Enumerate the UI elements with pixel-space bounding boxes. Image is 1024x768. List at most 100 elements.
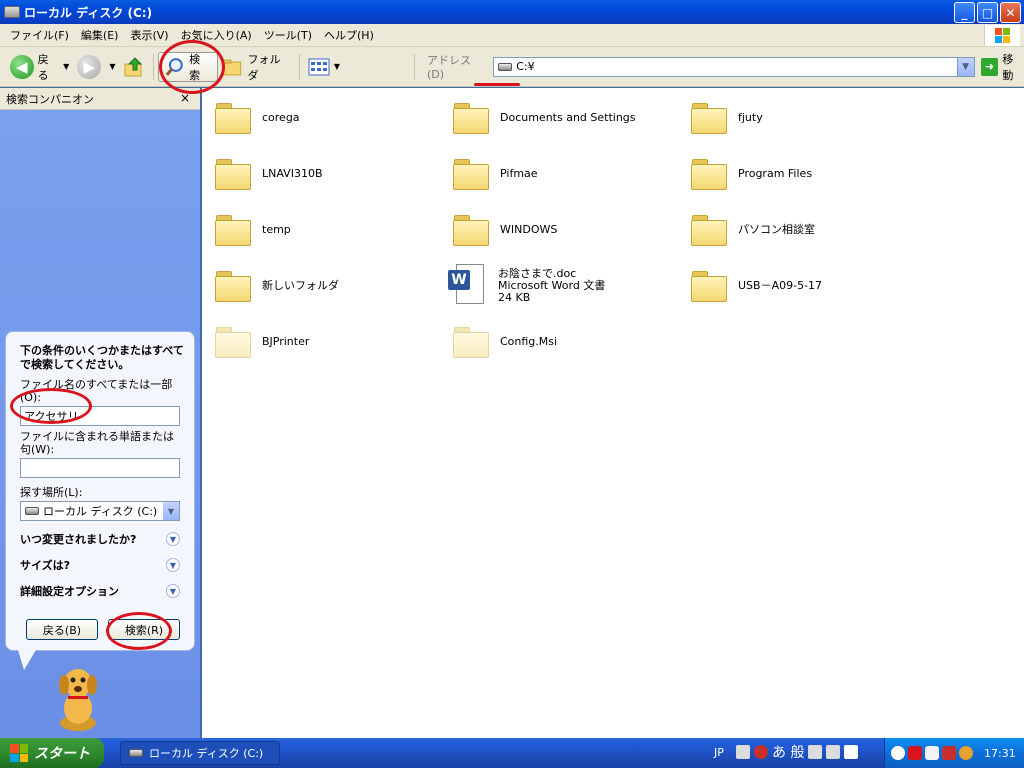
menu-tools[interactable]: ツール(T): [258, 25, 318, 45]
chevron-down-icon[interactable]: ▼: [163, 502, 179, 520]
forward-button[interactable]: ▶ ▼: [73, 52, 119, 82]
start-button[interactable]: スタート: [0, 738, 104, 768]
drive-icon: [129, 749, 143, 757]
option-size[interactable]: サイズは? ▼: [20, 557, 184, 573]
menu-file[interactable]: ファイル(F): [4, 25, 75, 45]
toolbar: ◀ 戻る ▼ ▶ ▼ 検索 フォルダ ▼ アドレス(D) C:¥ ▼ ➜ 移動: [0, 47, 1024, 87]
folder-icon: [690, 269, 728, 303]
clock[interactable]: 17:31: [984, 747, 1016, 760]
folder-item[interactable]: temp: [214, 210, 444, 250]
menu-edit[interactable]: 編集(E): [75, 25, 125, 45]
folder-item[interactable]: パソコン相談室: [690, 210, 920, 250]
toolbar-separator: [153, 53, 155, 80]
option-label: サイズは?: [20, 559, 71, 572]
annotation-underline-address: [474, 83, 520, 86]
drive-icon: [25, 507, 39, 515]
search-label: 検索: [189, 52, 201, 82]
ime-icon[interactable]: [754, 745, 768, 759]
volume-icon[interactable]: [959, 746, 973, 760]
folder-item[interactable]: BJPrinter: [214, 322, 444, 362]
document-details: お陰さまで.doc Microsoft Word 文書 24 KB: [498, 268, 605, 304]
folder-item[interactable]: Program Files: [690, 154, 920, 194]
menu-help[interactable]: ヘルプ(H): [318, 25, 380, 45]
folder-icon: [214, 269, 252, 303]
ime-toolbar[interactable]: あ 般: [736, 742, 859, 762]
item-name: BJPrinter: [262, 335, 310, 348]
back-button[interactable]: 戻る(B): [26, 619, 98, 640]
system-tray: 17:31: [884, 738, 1024, 768]
item-name: LNAVI310B: [262, 167, 323, 180]
pad-icon[interactable]: [826, 745, 841, 759]
forward-arrow-icon: ▶: [77, 54, 102, 79]
chevron-down-icon[interactable]: ▼: [956, 57, 974, 76]
close-button[interactable]: ✕: [1000, 2, 1021, 23]
document-item[interactable]: W お陰さまで.doc Microsoft Word 文書 24 KB: [448, 262, 678, 310]
start-label: スタート: [34, 746, 90, 762]
folder-icon: [222, 59, 242, 75]
item-name: Program Files: [738, 167, 813, 180]
language-indicator[interactable]: JP: [714, 746, 724, 759]
up-folder-button[interactable]: [119, 52, 149, 82]
folder-item[interactable]: Config.Msi: [452, 322, 682, 362]
option-advanced[interactable]: 詳細設定オプション ▼: [20, 583, 184, 599]
folder-item[interactable]: LNAVI310B: [214, 154, 444, 194]
chevron-down-icon[interactable]: ▼: [63, 62, 69, 71]
option-label: 詳細設定オプション: [20, 585, 119, 598]
item-name: Documents and Settings: [500, 111, 636, 124]
folder-item[interactable]: WINDOWS: [452, 210, 682, 250]
search-button[interactable]: 検索: [158, 51, 218, 82]
file-list: corega Documents and Settings fjuty LNAV…: [202, 88, 1024, 738]
item-name: USB－A09-5-17: [738, 279, 823, 292]
folder-item[interactable]: 新しいフォルダ: [214, 266, 444, 306]
folder-item[interactable]: Pifmae: [452, 154, 682, 194]
expand-icon[interactable]: ▼: [166, 532, 180, 546]
help-icon[interactable]: [844, 745, 859, 759]
folders-button[interactable]: フォルダ: [218, 52, 295, 82]
maximize-button[interactable]: □: [977, 2, 998, 23]
network-icon[interactable]: [942, 746, 956, 760]
item-name: パソコン相談室: [738, 223, 815, 236]
folder-icon: [452, 101, 490, 135]
search-assistant-dog-icon[interactable]: [48, 663, 108, 733]
item-name: corega: [262, 111, 300, 124]
title-bar[interactable]: ローカル ディスク (C:) _ □ ✕: [0, 0, 1024, 24]
back-button[interactable]: ◀ 戻る ▼: [6, 52, 73, 82]
folder-item[interactable]: Documents and Settings: [452, 98, 682, 138]
tool-icon[interactable]: [808, 745, 823, 759]
menu-favorites[interactable]: お気に入り(A): [175, 25, 258, 45]
item-name: 新しいフォルダ: [262, 279, 339, 292]
search-companion-pane: 検索コンパニオン × 下の条件のいくつかまたはすべてで検索してください。 ファイ…: [0, 88, 200, 738]
go-button[interactable]: ➜ 移動: [980, 51, 1024, 83]
folder-icon: [214, 101, 252, 135]
search-submit-button[interactable]: 検索(R): [108, 619, 180, 640]
window-controls: _ □ ✕: [954, 2, 1021, 23]
address-value: C:¥: [516, 60, 535, 73]
keyboard-icon[interactable]: [736, 745, 750, 759]
go-label: 移動: [1002, 52, 1014, 82]
expand-icon[interactable]: ▼: [166, 558, 180, 572]
up-folder-icon: [124, 56, 143, 76]
chevron-down-icon[interactable]: ▼: [334, 62, 340, 71]
taskbar-window-button[interactable]: ローカル ディスク (C:): [120, 741, 280, 765]
close-icon[interactable]: ×: [180, 91, 190, 105]
expand-icon[interactable]: ▼: [166, 584, 180, 598]
item-name: temp: [262, 223, 291, 236]
address-input[interactable]: C:¥ ▼: [493, 56, 975, 77]
folder-item[interactable]: USB－A09-5-17: [690, 266, 920, 306]
tray-arrow-icon[interactable]: [891, 746, 905, 760]
filename-input[interactable]: アクセサリ: [20, 406, 180, 426]
ime-mode[interactable]: あ 般: [772, 742, 804, 762]
location-select[interactable]: ローカル ディスク (C:) ▼: [20, 501, 180, 521]
option-modified[interactable]: いつ変更されましたか? ▼: [20, 531, 184, 547]
minimize-button[interactable]: _: [954, 2, 975, 23]
folder-item[interactable]: fjuty: [690, 98, 920, 138]
ime-tray-icon[interactable]: [925, 746, 939, 760]
views-button[interactable]: ▼: [304, 52, 344, 82]
word-input[interactable]: [20, 458, 180, 478]
security-shield-icon[interactable]: [908, 746, 922, 760]
pane-header: 検索コンパニオン ×: [0, 88, 200, 110]
folder-item[interactable]: corega: [214, 98, 444, 138]
chevron-down-icon[interactable]: ▼: [109, 62, 115, 71]
item-name: WINDOWS: [500, 223, 558, 236]
menu-view[interactable]: 表示(V): [124, 25, 174, 45]
